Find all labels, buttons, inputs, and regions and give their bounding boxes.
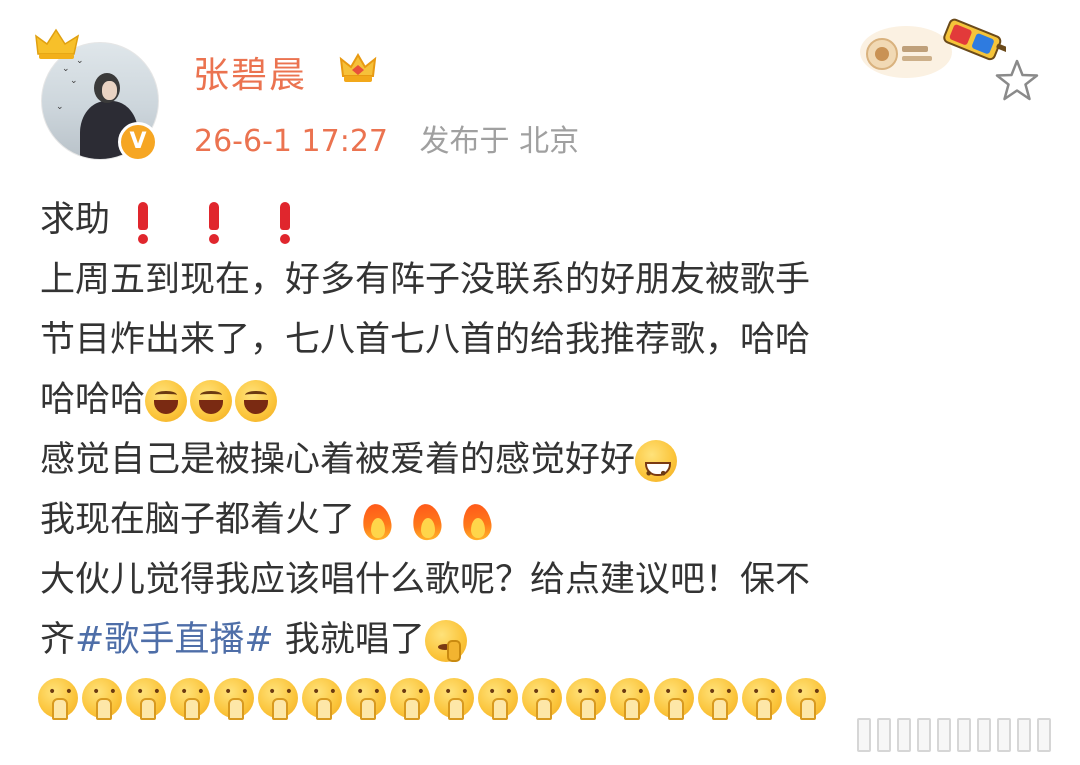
bird-silhouette: ⌄ (62, 64, 70, 74)
pray-emoji-icon (82, 678, 122, 720)
fire-emoji-icon (405, 498, 449, 544)
content-line: 节目炸出来了，七八首七八首的给我推荐歌，哈哈 (40, 310, 1040, 370)
exclamation-icon (194, 196, 234, 246)
member-crown-icon[interactable] (338, 48, 378, 88)
pray-emoji-icon (610, 678, 650, 720)
post-location: 发布于 北京 (419, 124, 580, 159)
pray-emoji-icon (38, 678, 78, 720)
grin-emoji-icon (635, 440, 678, 504)
pray-emoji-icon (346, 678, 386, 720)
3d-glasses-badge-icon (860, 18, 1006, 78)
shush-emoji-icon (424, 620, 467, 662)
content-line: 上周五到现在，好多有阵子没联系的好朋友被歌手 (40, 250, 1040, 310)
pray-emoji-icon (434, 678, 474, 720)
watermark-bar (977, 718, 991, 752)
content-line: 齐#歌手直播# 我就唱了 (40, 610, 1040, 670)
star-icon[interactable] (992, 56, 1042, 106)
username[interactable]: 张碧晨 (193, 46, 307, 98)
pray-emoji-row (38, 678, 830, 724)
content-text: 我就唱了 (273, 620, 425, 660)
content-text: 求助 (40, 200, 111, 240)
laugh-emoji-icon (145, 380, 188, 422)
bird-silhouette: ⌄ (70, 76, 78, 86)
avatar-figure-face (102, 81, 117, 100)
content-text: 节目炸出来了，七八首七八首的给我推荐歌，哈哈 (40, 320, 811, 360)
watermark-bar (937, 718, 951, 752)
post-timestamp[interactable]: 26-6-1 17:27 (194, 124, 388, 159)
pray-emoji-icon (390, 678, 430, 720)
pray-emoji-icon (478, 678, 518, 720)
pray-emoji-icon (566, 678, 606, 720)
content-line: 大伙儿觉得我应该唱什么歌呢？给点建议吧！保不 (40, 550, 1040, 610)
pray-emoji-icon (214, 678, 254, 720)
bird-silhouette: ⌄ (56, 102, 64, 112)
watermark-bars (857, 718, 1057, 754)
pray-emoji-icon (170, 678, 210, 720)
topic-hashtag-link[interactable]: #歌手直播# (75, 620, 274, 660)
watermark-bar (897, 718, 911, 752)
verified-v-badge-icon: V (118, 122, 158, 162)
content-text: 上周五到现在，好多有阵子没联系的好朋友被歌手 (40, 260, 811, 300)
watermark-bar (857, 718, 871, 752)
watermark-bar (957, 718, 971, 752)
content-text: 我现在脑子都着火了 (40, 500, 356, 540)
exclamation-icon (123, 196, 163, 246)
laugh-emoji-icon (235, 380, 278, 422)
avatar-container[interactable]: ⌄ ⌄ ⌄ ⌄ V (34, 28, 168, 164)
exclamation-icon (265, 196, 305, 246)
watermark-bar (917, 718, 931, 752)
content-text: 感觉自己是被操心着被爱着的感觉好好 (40, 440, 636, 480)
pray-emoji-icon (654, 678, 694, 720)
post-meta: 26-6-1 17:27 发布于 北京 (194, 116, 579, 160)
fire-emoji-icon (455, 498, 499, 544)
watermark-bar (1017, 718, 1031, 752)
content-text: 哈哈哈 (40, 380, 146, 420)
pray-emoji-icon (786, 678, 826, 720)
fire-emoji-icon (355, 498, 399, 544)
content-line: 哈哈哈 (40, 370, 1040, 430)
pray-emoji-icon (126, 678, 166, 720)
content-line: 我现在脑子都着火了 (40, 490, 1040, 550)
watermark-bar (877, 718, 891, 752)
pray-emoji-icon (698, 678, 738, 720)
pray-emoji-icon (302, 678, 342, 720)
content-text: 大伙儿觉得我应该唱什么歌呢？给点建议吧！保不 (40, 560, 811, 600)
content-text: 齐 (40, 620, 76, 660)
weibo-post: ⌄ ⌄ ⌄ ⌄ V 张碧晨 26-6-1 17:27 发布于 北京 求助 上周五… (0, 0, 1080, 765)
laugh-emoji-icon (190, 380, 233, 422)
post-content: 求助 上周五到现在，好多有阵子没联系的好朋友被歌手 节目炸出来了，七八首七八首的… (40, 190, 1040, 670)
watermark-bar (997, 718, 1011, 752)
pray-emoji-icon (258, 678, 298, 720)
watermark-bar (1037, 718, 1051, 752)
content-line: 感觉自己是被操心着被爱着的感觉好好 (40, 430, 1040, 504)
pray-emoji-icon (522, 678, 562, 720)
content-line: 求助 (40, 190, 1040, 250)
pray-emoji-icon (742, 678, 782, 720)
crown-icon (35, 28, 80, 59)
